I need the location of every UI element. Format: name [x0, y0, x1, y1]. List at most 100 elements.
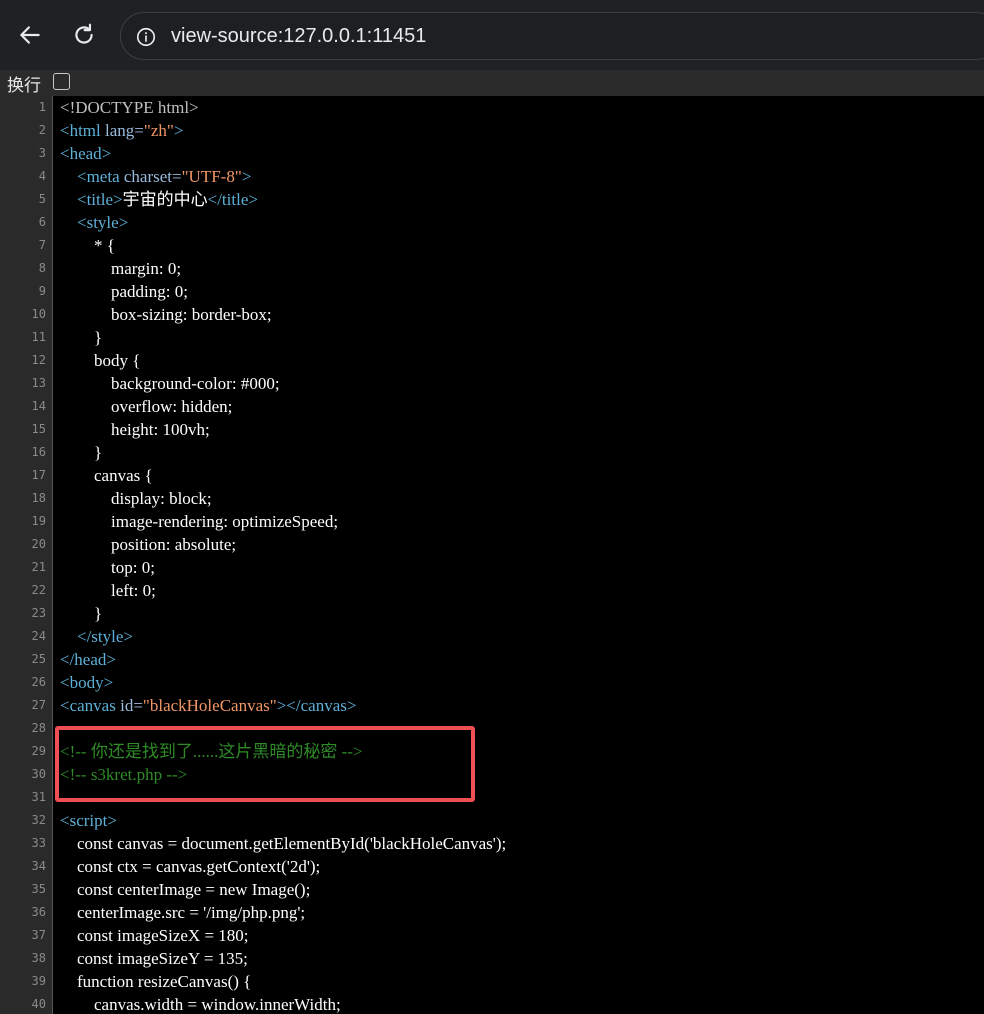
code-token: const centerImage = new Image(); — [60, 880, 311, 899]
line-content: <meta charset="UTF-8"> — [60, 165, 251, 188]
source-line: 22 left: 0; — [0, 579, 984, 602]
code-token: <title> — [77, 190, 123, 209]
code-token: body { — [60, 351, 141, 370]
source-line: 33 const canvas = document.getElementByI… — [0, 832, 984, 855]
code-token: height: 100vh; — [60, 420, 210, 439]
line-content: <!DOCTYPE html> — [60, 96, 199, 119]
highlight-box — [55, 726, 475, 802]
source-line: 10 box-sizing: border-box; — [0, 303, 984, 326]
line-number: 13 — [31, 376, 46, 390]
line-number: 39 — [31, 974, 46, 988]
line-content: <canvas id="blackHoleCanvas"></canvas> — [60, 694, 356, 717]
source-line: 18 display: block; — [0, 487, 984, 510]
line-content: overflow: hidden; — [60, 395, 232, 418]
source-line: 11 } — [0, 326, 984, 349]
line-content: position: absolute; — [60, 533, 236, 556]
line-number: 37 — [31, 928, 46, 942]
code-token: id= — [120, 696, 143, 715]
line-content: <html lang="zh"> — [60, 119, 183, 142]
line-content: centerImage.src = '/img/php.png'; — [60, 901, 305, 924]
source-line: 20 position: absolute; — [0, 533, 984, 556]
line-wrap-label: 换行 — [7, 76, 41, 96]
line-number: 8 — [38, 261, 46, 275]
line-number: 15 — [31, 422, 46, 436]
line-content: * { — [60, 234, 115, 257]
line-content: } — [60, 441, 102, 464]
back-button[interactable] — [14, 14, 46, 56]
code-token: <style> — [77, 213, 129, 232]
code-token: "UTF-8" — [181, 167, 242, 186]
source-line: 39 function resizeCanvas() { — [0, 970, 984, 993]
line-number: 28 — [31, 721, 46, 735]
source-line: 4 <meta charset="UTF-8"> — [0, 165, 984, 188]
line-number: 32 — [31, 813, 46, 827]
line-number: 9 — [38, 284, 46, 298]
code-token: overflow: hidden; — [60, 397, 233, 416]
code-token: <!DOCTYPE html> — [60, 98, 199, 117]
code-token: * { — [60, 236, 115, 255]
code-token: </head> — [60, 650, 116, 669]
line-number: 6 — [38, 215, 46, 229]
line-number: 5 — [38, 192, 46, 206]
line-content: <body> — [60, 671, 113, 694]
code-token: <script> — [60, 811, 117, 830]
line-number: 38 — [31, 951, 46, 965]
source-line: 3 <head> — [0, 142, 984, 165]
source-line: 25 </head> — [0, 648, 984, 671]
line-number: 18 — [31, 491, 46, 505]
line-number: 26 — [31, 675, 46, 689]
line-number: 20 — [31, 537, 46, 551]
code-token: lang= — [105, 121, 144, 140]
code-token: > — [241, 167, 252, 186]
code-token: } — [60, 443, 103, 462]
line-content: left: 0; — [60, 579, 156, 602]
source-line: 24 </style> — [0, 625, 984, 648]
address-bar[interactable]: view-source:127.0.0.1:11451 — [120, 12, 984, 60]
line-number: 21 — [31, 560, 46, 574]
source-line: 34 const ctx = canvas.getContext('2d'); — [0, 855, 984, 878]
code-token: <head> — [60, 144, 112, 163]
url-text[interactable]: view-source:127.0.0.1:11451 — [171, 25, 426, 48]
line-number: 16 — [31, 445, 46, 459]
source-view: 1 <!DOCTYPE html> 2 <html lang="zh"> 3 <head>… — [0, 96, 984, 1014]
code-token: const canvas = document.getElementById('… — [60, 834, 507, 853]
line-content: const ctx = canvas.getContext('2d'); — [60, 855, 320, 878]
line-content: <style> — [60, 211, 128, 234]
line-content: image-rendering: optimizeSpeed; — [60, 510, 338, 533]
source-line: 35 const centerImage = new Image(); — [0, 878, 984, 901]
code-token: top: 0; — [60, 558, 155, 577]
code-token: } — [60, 328, 103, 347]
line-content: background-color: #000; — [60, 372, 280, 395]
line-number: 7 — [38, 238, 46, 252]
line-number: 24 — [31, 629, 46, 643]
source-line: 13 background-color: #000; — [0, 372, 984, 395]
code-token: </title> — [207, 190, 258, 209]
source-line: 40 canvas.width = window.innerWidth; — [0, 993, 984, 1014]
line-number: 19 — [31, 514, 46, 528]
line-content: canvas { — [60, 464, 153, 487]
line-number: 35 — [31, 882, 46, 896]
reload-button[interactable] — [68, 14, 100, 56]
code-token: canvas { — [60, 466, 153, 485]
code-token: ></canvas> — [276, 696, 357, 715]
line-number: 4 — [38, 169, 46, 183]
code-token: image-rendering: optimizeSpeed; — [60, 512, 339, 531]
source-line: 7 * { — [0, 234, 984, 257]
code-token: <canvas — [60, 696, 121, 715]
source-line: 16 } — [0, 441, 984, 464]
code-token: const imageSizeX = 180; — [60, 926, 249, 945]
line-wrap-checkbox[interactable] — [53, 73, 70, 90]
line-content: padding: 0; — [60, 280, 188, 303]
source-line: 1 <!DOCTYPE html> — [0, 96, 984, 119]
line-number: 27 — [31, 698, 46, 712]
reload-icon — [75, 23, 93, 44]
line-content: const imageSizeY = 135; — [60, 947, 248, 970]
line-content: function resizeCanvas() { — [60, 970, 251, 993]
source-line: 9 padding: 0; — [0, 280, 984, 303]
code-token: <body> — [60, 673, 114, 692]
source-line: 15 height: 100vh; — [0, 418, 984, 441]
site-info-button[interactable] — [133, 24, 159, 50]
code-token: centerImage.src = '/img/php.png'; — [60, 903, 306, 922]
line-number: 1 — [38, 100, 46, 114]
line-wrap-bar: 换行 — [0, 70, 984, 96]
